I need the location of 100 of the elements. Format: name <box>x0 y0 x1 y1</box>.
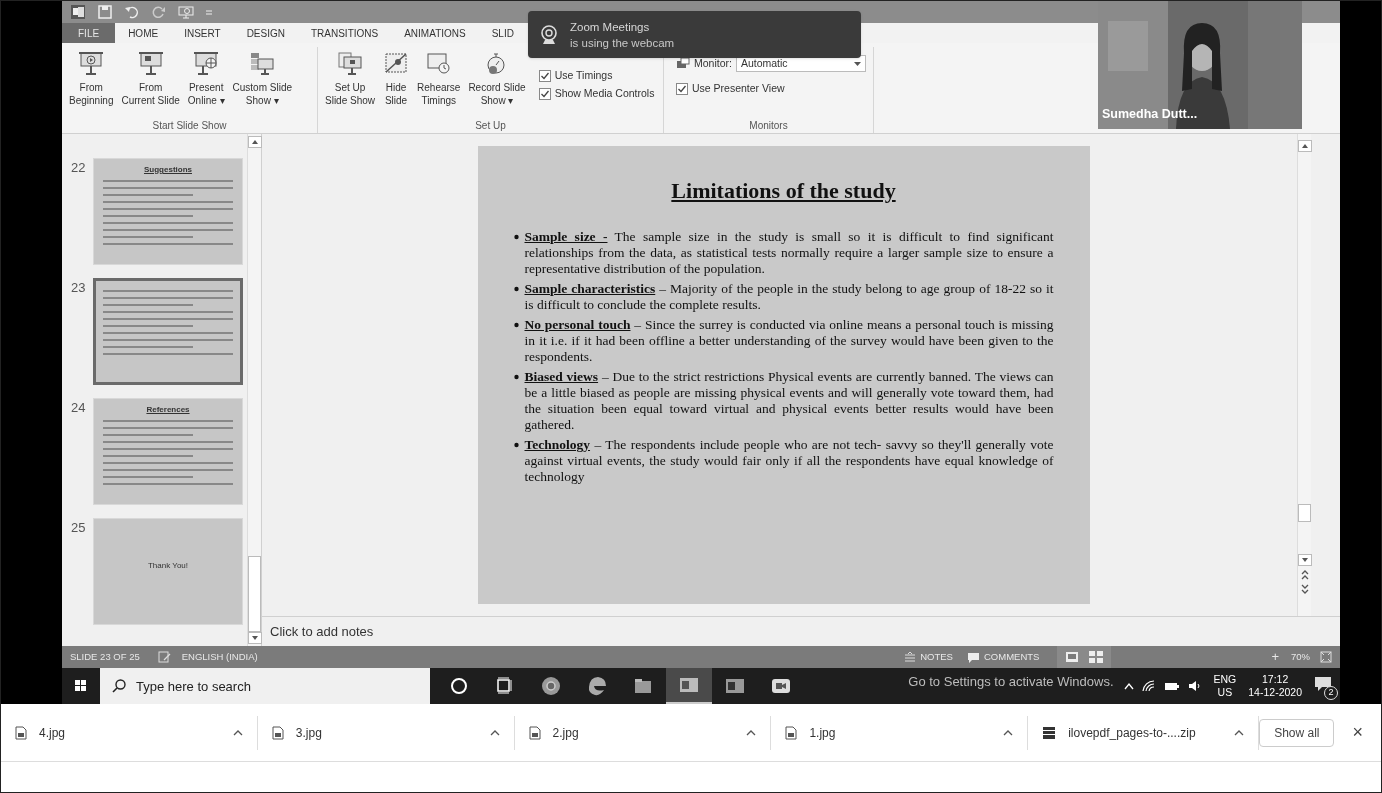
show-all-button[interactable]: Show all <box>1259 718 1335 747</box>
notes-button[interactable]: NOTES <box>904 649 953 665</box>
undo-icon[interactable] <box>124 5 140 19</box>
ribbon-button[interactable]: Record Slide Show ▾ <box>465 47 529 107</box>
slide-thumbnail[interactable]: Thank You! <box>93 518 243 625</box>
comment-icon <box>966 651 980 663</box>
ribbon-tab[interactable]: SLID <box>478 23 527 43</box>
slide-title: Limitations of the study <box>671 177 896 205</box>
image-file-icon <box>785 725 798 740</box>
archive-file-icon <box>1042 725 1057 740</box>
download-file-name[interactable]: 2.jpg <box>552 723 579 742</box>
caret-icon[interactable] <box>232 729 243 736</box>
browser-icon <box>540 675 562 697</box>
ribbon-button[interactable]: Present Online ▾ <box>184 47 228 107</box>
save-icon[interactable] <box>98 5 112 19</box>
slide-sorter-icon[interactable] <box>1089 651 1104 663</box>
search-icon <box>112 679 126 693</box>
bullet-text: Sample characteristics – Majority of the people in the study belong to age group of 18-22 so it is difficult to conclude the complete results. <box>524 281 1054 313</box>
download-file-name[interactable]: ilovepdf_pages-to-....zip <box>1068 723 1196 742</box>
slide-thumbnail[interactable] <box>93 278 243 385</box>
bullet-text: Technology – The respondents include people who are not tech- savvy so they'll generally vote against virtual events, the study would fair only if all the respondents have equal knowledge of technology <box>524 437 1054 485</box>
scrollbar-thumb[interactable] <box>1298 504 1311 522</box>
notification-title: Zoom Meetings <box>570 19 651 35</box>
wifi-icon[interactable] <box>1141 680 1156 692</box>
proofing-icon[interactable] <box>157 651 172 663</box>
slide-counter: SLIDE 23 OF 25 <box>70 649 140 664</box>
image-file-icon <box>528 725 541 740</box>
ribbon-button[interactable]: From Beginning <box>66 47 117 107</box>
checkbox-label: Show Media Controls <box>554 86 655 102</box>
slide-number: 25 <box>71 519 87 537</box>
slide-number: 23 <box>71 279 87 297</box>
region-label: US <box>1217 686 1233 699</box>
ribbon-tab[interactable]: TRANSITIONS <box>297 23 392 43</box>
download-file-name[interactable]: 1.jpg <box>809 723 836 742</box>
scrollbar-thumb[interactable] <box>248 556 261 632</box>
close-button[interactable]: × <box>1352 719 1363 746</box>
volume-icon[interactable] <box>1187 680 1202 692</box>
bullet-text: Sample size - The sample size in the study is small so it is difficult to find significant relationships from the data, as statistical tests normally require a larger sample size to ensure a representative distribution of the population. <box>524 229 1054 277</box>
checkbox[interactable] <box>538 88 551 100</box>
ribbon-tab[interactable]: ANIMATIONS <box>391 23 479 43</box>
dropdown-value: Automatic <box>740 55 788 71</box>
caret-icon[interactable] <box>489 729 500 736</box>
image-file-icon <box>271 725 284 740</box>
ribbon-tab[interactable]: DESIGN <box>233 23 298 43</box>
next-slide-icon[interactable] <box>1300 584 1309 594</box>
checkbox[interactable] <box>676 83 688 95</box>
fit-to-window-icon[interactable] <box>1320 651 1332 663</box>
search-field[interactable]: Type here to search <box>100 668 430 704</box>
zoom-level[interactable]: 70% <box>1291 649 1310 665</box>
checkbox[interactable] <box>538 70 551 82</box>
projector-screen-icon <box>337 51 363 77</box>
notes-field[interactable]: Click to add notes <box>262 617 1340 646</box>
app-logo-icon <box>70 4 86 20</box>
comments-button[interactable]: COMMENTS <box>966 649 1040 665</box>
ribbon-button[interactable]: Custom Slide Show ▾ <box>229 47 295 107</box>
language-label: ENG <box>1213 673 1237 686</box>
scroll-up-button[interactable] <box>1298 140 1312 152</box>
slide-number: 24 <box>71 399 87 417</box>
ribbon-tab[interactable]: INSERT <box>171 23 234 43</box>
participant-name: Sumedha Dutt... <box>1102 106 1198 124</box>
image-file-icon <box>15 725 27 740</box>
scroll-down-button[interactable] <box>248 632 262 644</box>
notification-count: 2 <box>1324 686 1338 700</box>
notes-icon <box>904 652 917 662</box>
slide-list-icon <box>249 51 276 77</box>
ribbon-button[interactable]: From Current Slide <box>118 47 183 107</box>
thumbnail-title: Suggestions <box>144 164 192 176</box>
slide-clock-icon <box>425 51 452 77</box>
monitor-label: Monitor: <box>694 55 732 71</box>
scroll-up-button[interactable] <box>248 136 262 148</box>
projector-screen-icon <box>137 51 164 77</box>
download-file-name[interactable]: 3.jpg <box>295 723 322 742</box>
slide-number: 22 <box>71 159 87 177</box>
ribbon-button[interactable]: Rehearse Timings <box>414 47 464 107</box>
clock-time[interactable]: 17:12 <box>1262 673 1289 686</box>
slide-thumbnail[interactable]: References <box>93 398 243 505</box>
ribbon-tab[interactable]: HOME <box>115 23 172 43</box>
ribbon-button[interactable]: Hide Slide <box>380 47 413 107</box>
previous-slide-icon[interactable] <box>1300 570 1309 580</box>
normal-view-icon[interactable] <box>1065 651 1080 663</box>
slide-thumbnail[interactable]: Suggestions <box>93 158 243 265</box>
caret-icon <box>853 61 861 66</box>
caret-icon[interactable] <box>746 729 757 736</box>
clock-date[interactable]: 14-12-2020 <box>1248 686 1302 699</box>
battery-icon[interactable] <box>1163 681 1180 691</box>
projector-screen-icon <box>78 51 105 77</box>
language-label: ENGLISH (INDIA) <box>181 649 258 664</box>
caret-icon[interactable] <box>1003 729 1014 736</box>
projector-globe-icon <box>193 51 220 77</box>
download-file-name[interactable]: 4.jpg <box>39 723 66 742</box>
browser-icon <box>586 675 608 697</box>
webcam-icon <box>540 24 558 45</box>
checkbox-label: Use Timings <box>554 68 613 84</box>
caret-icon[interactable] <box>1234 729 1245 736</box>
group-label: Monitors <box>748 119 789 133</box>
bullet-text: Biased views – Due to the strict restrictions Physical events are currently banned. The views can be a little biased as people are missing physical events and will generally vote toward them, had the situation been equal toward virtual and physical events better results would have been gathered. <box>524 369 1054 433</box>
ribbon-button[interactable]: Set Up Slide Show <box>322 47 379 107</box>
scroll-down-button[interactable] <box>1297 554 1312 566</box>
checkbox-label: Use Presenter View <box>692 81 785 97</box>
group-label: Start Slide Show <box>151 119 228 133</box>
